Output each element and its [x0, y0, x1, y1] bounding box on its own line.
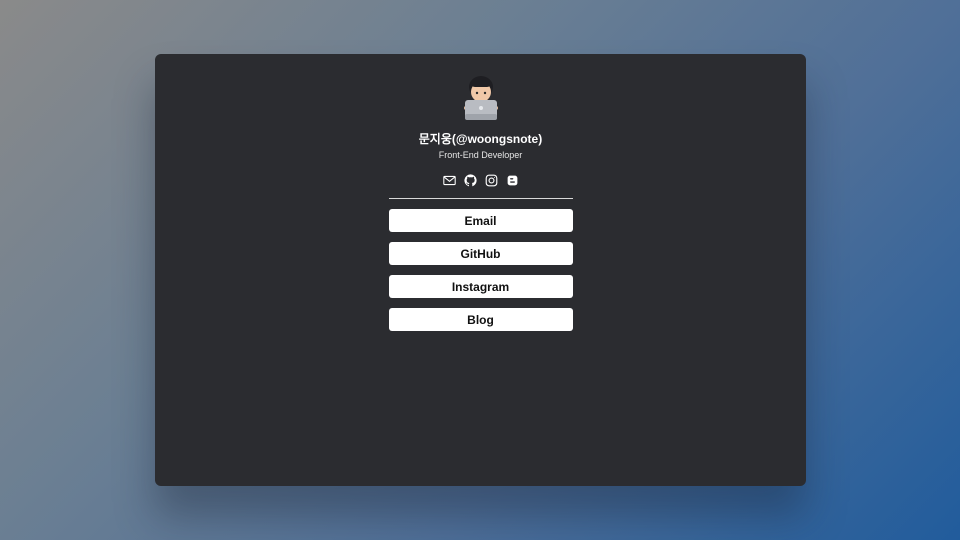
blog-button[interactable]: Blog — [388, 308, 573, 331]
social-icons — [442, 173, 519, 187]
blogger-icon[interactable] — [506, 174, 519, 187]
github-button[interactable]: GitHub — [388, 242, 573, 265]
profile-card: 문지웅(@woongsnote) Front-End Developer Ema… — [155, 54, 806, 486]
instagram-icon[interactable] — [485, 174, 498, 187]
mail-icon[interactable] — [442, 174, 456, 187]
link-list: Email GitHub Instagram Blog — [388, 209, 573, 331]
email-button[interactable]: Email — [388, 209, 573, 232]
github-icon[interactable] — [463, 173, 477, 187]
profile-section: 문지웅(@woongsnote) Front-End Developer Ema… — [155, 74, 806, 331]
profile-name: 문지웅(@woongsnote) — [418, 132, 543, 146]
avatar — [463, 76, 498, 120]
divider — [388, 198, 573, 199]
instagram-button[interactable]: Instagram — [388, 275, 573, 298]
profile-role: Front-End Developer — [438, 150, 523, 160]
